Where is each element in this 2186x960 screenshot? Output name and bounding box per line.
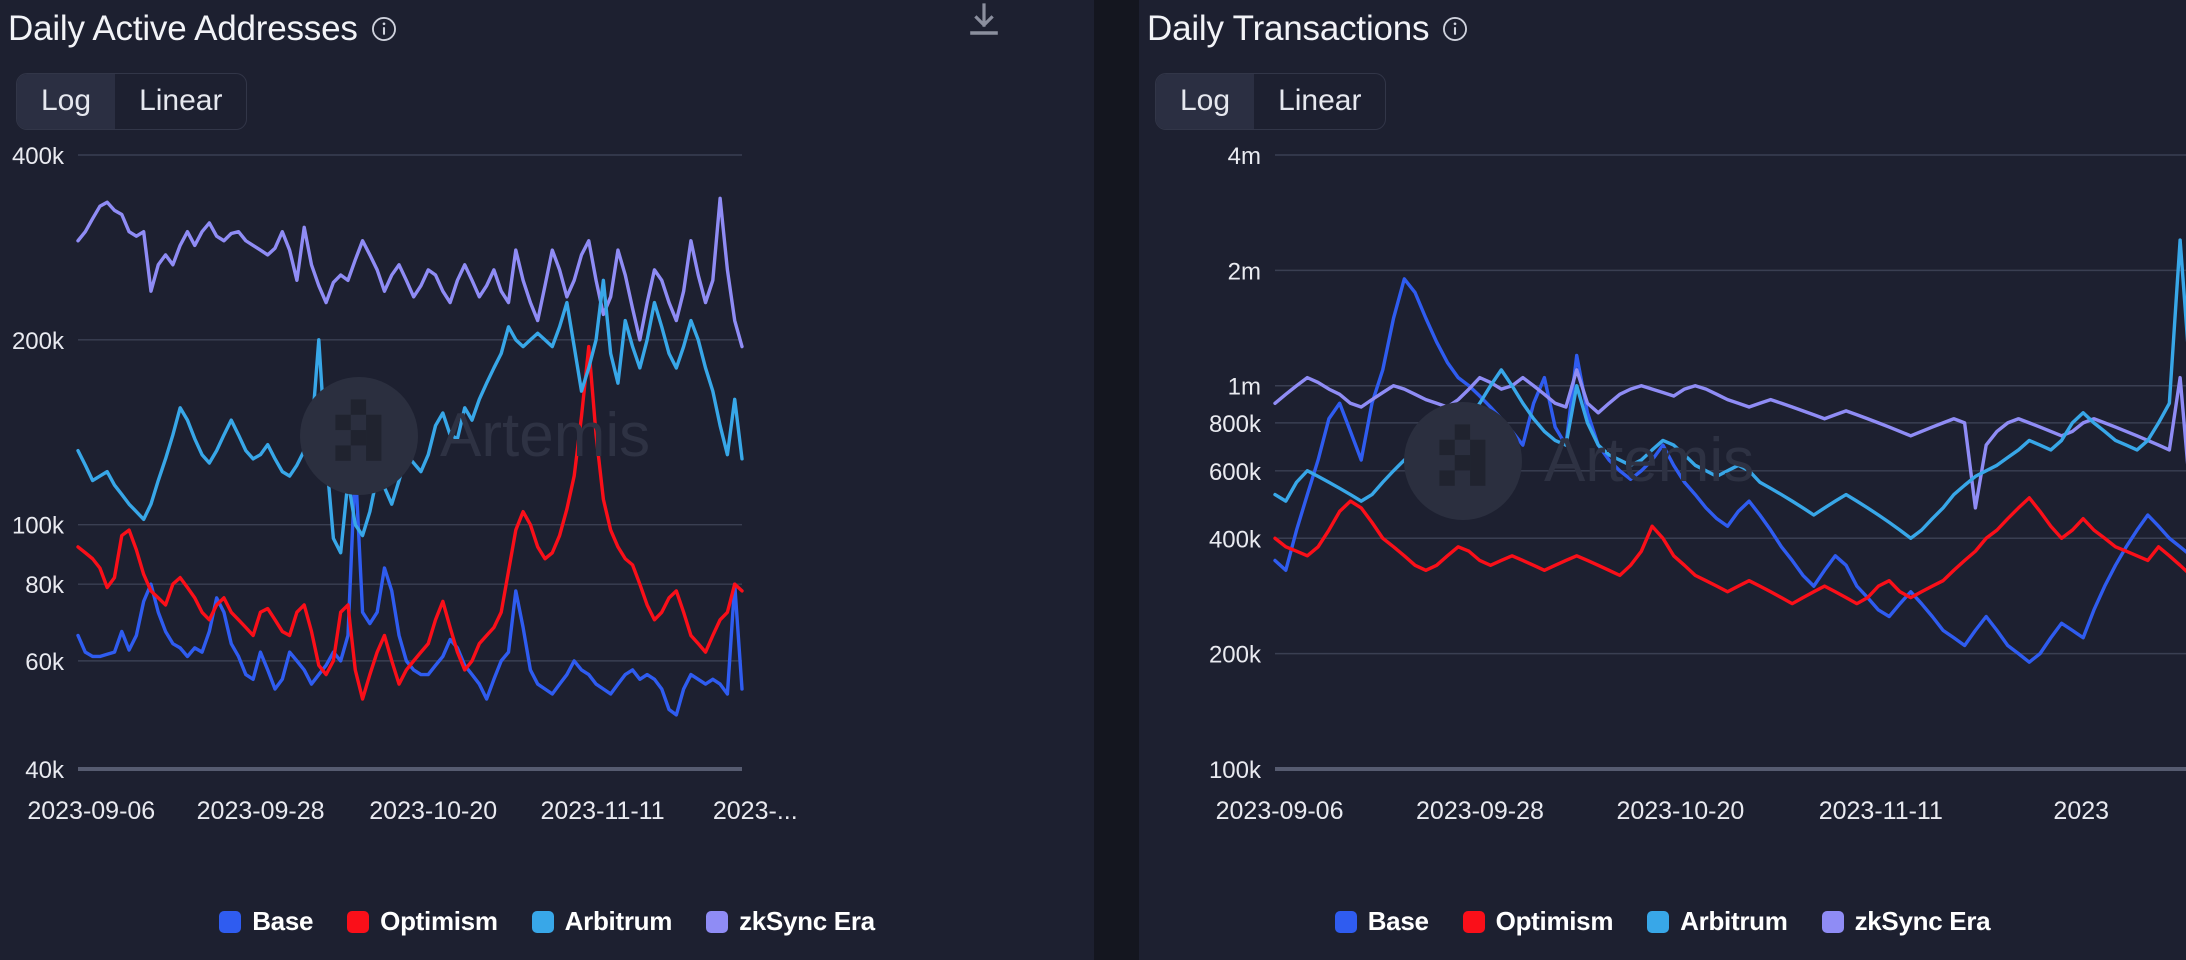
y-axis-tick-label: 100k — [1209, 757, 1262, 784]
y-axis-tick-label: 1m — [1228, 373, 1261, 400]
x-axis-tick-label: 2023-09-06 — [1216, 797, 1344, 825]
legend-item-label: Optimism — [380, 906, 498, 936]
legend-color-swatch — [1821, 910, 1844, 933]
download-icon[interactable] — [967, 2, 1001, 38]
legend-item-label: Arbitrum — [564, 906, 673, 936]
y-axis-tick-label: 800k — [1209, 410, 1262, 437]
y-axis-tick-label: 200k — [1209, 641, 1262, 668]
series-line-zksync-era — [76, 196, 744, 348]
legend-item-label: Base — [1367, 906, 1429, 936]
legend-item-zksync-era[interactable]: zkSync Era — [1821, 906, 1991, 937]
legend-item-label: Arbitrum — [1680, 906, 1788, 936]
legend-color-swatch — [531, 910, 554, 933]
series-line-optimism — [1273, 495, 2186, 605]
legend-color-swatch — [347, 910, 370, 933]
legend-left: Base Optimism Arbitrum zkSync Era — [0, 906, 1094, 937]
y-axis-tick-label: 40k — [25, 757, 65, 784]
series-line-zksync-era — [1273, 367, 2186, 510]
x-axis-tick-label: 2023-09-06 — [27, 797, 155, 825]
y-axis-tick-label: 2m — [1228, 258, 1261, 285]
legend-item-label: zkSync Era — [739, 906, 875, 936]
y-axis-tick-label: 100k — [12, 512, 65, 539]
x-axis-tick-label: 2023-09-28 — [1416, 797, 1544, 825]
info-circle-icon[interactable] — [1442, 16, 1468, 42]
x-axis-tick-label: 2023-09-28 — [197, 797, 325, 825]
legend-item-zksync-era[interactable]: zkSync Era — [706, 906, 875, 937]
legend-color-swatch — [1462, 910, 1485, 933]
page-title: Daily Active Addresses — [8, 9, 358, 48]
panel-header-right: Daily Transactions Log Linear — [1139, 0, 2186, 130]
legend-right: Base Optimism Arbitrum zkSync Era — [1139, 906, 2186, 937]
toggle-option-log-left[interactable]: Log — [17, 73, 116, 129]
legend-item-label: Base — [252, 906, 314, 936]
charts-board: Daily Active Addresses Log Linear Artemi… — [0, 0, 2186, 960]
legend-color-swatch — [1647, 910, 1670, 933]
page-title-right: Daily Transactions — [1147, 9, 1430, 48]
legend-item-optimism[interactable]: Optimism — [1462, 906, 1614, 937]
legend-item-base[interactable]: Base — [219, 906, 313, 937]
x-axis-tick-label: 2023-10-20 — [1616, 797, 1744, 825]
series-line-arbitrum — [1273, 237, 2186, 540]
toggle-option-log-right[interactable]: Log — [1156, 73, 1255, 129]
y-axis-tick-label: 4m — [1228, 147, 1261, 170]
line-chart-right: 4m 2m 1m 800k 600k 400k 200k 100k 2023-09-06 2023… — [1209, 147, 2186, 825]
x-axis-tick-label: 2023-11-11 — [1819, 797, 1943, 825]
title-row-right: Daily Transactions — [1147, 9, 2186, 49]
panel-daily-transactions: Daily Transactions Log Linear Artemis 4m… — [1139, 0, 2186, 960]
legend-item-arbitrum[interactable]: Arbitrum — [1647, 906, 1788, 937]
info-circle-icon[interactable] — [371, 16, 397, 42]
y-axis-tick-label: 60k — [25, 648, 65, 675]
x-axis-tick-label: 2023-11-11 — [540, 797, 664, 825]
legend-color-swatch — [1334, 910, 1357, 933]
y-axis-tick-label: 600k — [1209, 458, 1262, 485]
panel-header-left: Daily Active Addresses Log Linear — [0, 0, 1094, 130]
toggle-option-linear-left[interactable]: Linear — [115, 74, 246, 129]
legend-item-arbitrum[interactable]: Arbitrum — [531, 906, 673, 937]
x-axis-tick-label: 2023 — [2053, 797, 2109, 825]
y-axis-tick-label: 400k — [1209, 526, 1262, 553]
plot-area-right: Artemis 4m 2m 1m 800k 600k 400k 200k 100k 2023-0… — [1139, 147, 2186, 847]
plot-area-left: Artemis 400k 200k 100k 80k 60k 40k 2023-09-06 2… — [0, 147, 1094, 847]
legend-item-base[interactable]: Base — [1334, 906, 1429, 937]
legend-color-swatch — [706, 910, 729, 933]
y-axis-tick-label: 80k — [25, 572, 65, 599]
legend-item-label: Optimism — [1495, 906, 1614, 936]
scale-toggle-left[interactable]: Log Linear — [16, 72, 248, 130]
y-axis-tick-label: 200k — [12, 327, 65, 354]
legend-item-label: zkSync Era — [1854, 906, 1991, 936]
legend-color-swatch — [219, 910, 242, 933]
toggle-option-linear-right[interactable]: Linear — [1254, 74, 1385, 129]
x-axis-tick-label: 2023-... — [713, 797, 798, 825]
scale-toggle-right[interactable]: Log Linear — [1155, 72, 1387, 130]
panel-divider — [1094, 0, 1139, 960]
line-chart-left: 400k 200k 100k 80k 60k 40k 2023-09-06 2023-09-2… — [12, 147, 798, 825]
x-axis-tick-label: 2023-10-20 — [369, 797, 497, 825]
legend-item-optimism[interactable]: Optimism — [347, 906, 498, 937]
y-axis-tick-label: 400k — [12, 147, 65, 170]
panel-daily-active-addresses: Daily Active Addresses Log Linear Artemi… — [0, 0, 1094, 960]
title-row-left: Daily Active Addresses — [8, 9, 1094, 49]
